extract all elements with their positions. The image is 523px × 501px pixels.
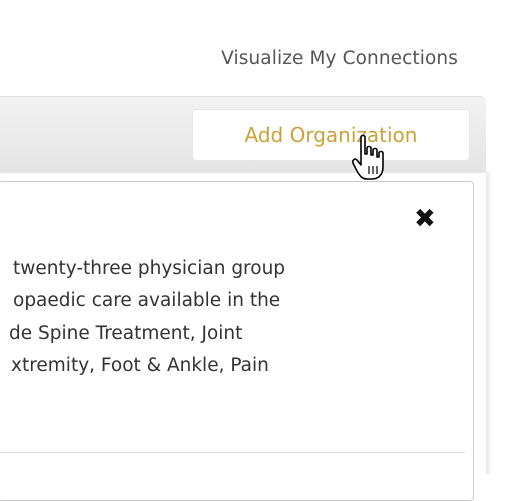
description-line-3: de Spine Treatment, Joint — [9, 323, 243, 344]
description-line-2: opaedic care available in the — [13, 290, 281, 311]
visualize-connections-link[interactable]: Visualize My Connections — [221, 48, 458, 69]
description-line-1: twenty-three physician group — [13, 258, 286, 279]
card-divider — [0, 452, 465, 453]
add-organization-button[interactable]: Add Organization — [192, 109, 470, 161]
close-icon[interactable]: ✖ — [414, 206, 436, 232]
hand-pointer-icon — [352, 134, 384, 180]
description-line-4: xtremity, Foot & Ankle, Pain — [11, 355, 269, 376]
panel-edge-shadow — [486, 172, 492, 474]
